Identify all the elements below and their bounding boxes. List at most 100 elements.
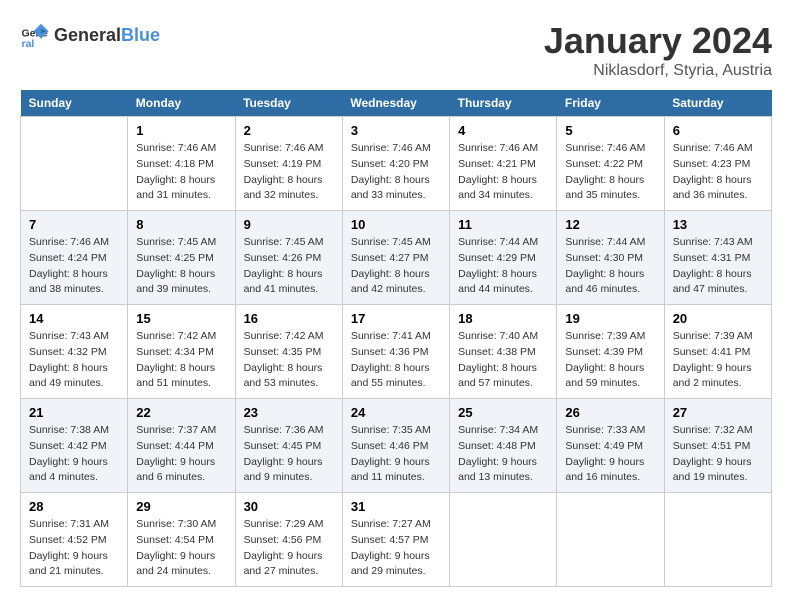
month-title: January 2024 xyxy=(544,20,772,62)
day-info: Sunrise: 7:39 AMSunset: 4:41 PMDaylight:… xyxy=(673,329,763,392)
day-number: 5 xyxy=(565,123,655,138)
calendar-week-row: 7Sunrise: 7:46 AMSunset: 4:24 PMDaylight… xyxy=(21,211,772,305)
day-number: 19 xyxy=(565,311,655,326)
calendar-cell: 24Sunrise: 7:35 AMSunset: 4:46 PMDayligh… xyxy=(342,399,449,493)
day-number: 31 xyxy=(351,499,441,514)
calendar-cell: 9 Sunrise: 7:45 AMSunset: 4:26 PMDaylight… xyxy=(235,211,342,305)
day-number: 6 xyxy=(673,123,763,138)
day-number: 9 xyxy=(244,217,334,232)
calendar-cell: 27 Sunrise: 7:32 AMSunset: 4:51 PMDayligh… xyxy=(664,399,771,493)
calendar-cell: 10 Sunrise: 7:45 AMSunset: 4:27 PMDayligh… xyxy=(342,211,449,305)
day-info: Sunrise: 7:42 AMSunset: 4:35 PMDaylight:… xyxy=(244,329,334,392)
day-info: Sunrise: 7:43 AMSunset: 4:31 PMDaylight:… xyxy=(673,235,763,298)
day-number: 18 xyxy=(458,311,548,326)
day-number: 10 xyxy=(351,217,441,232)
day-info: Sunrise: 7:42 AMSunset: 4:34 PMDaylight:… xyxy=(136,329,226,392)
header-day-tuesday: Tuesday xyxy=(235,90,342,117)
day-info: Sunrise: 7:44 AMSunset: 4:29 PMDaylight:… xyxy=(458,235,548,298)
day-info: Sunrise: 7:27 AMSunset: 4:57 PMDaylight:… xyxy=(351,517,441,580)
calendar-table: SundayMondayTuesdayWednesdayThursdayFrid… xyxy=(20,90,772,587)
header-day-wednesday: Wednesday xyxy=(342,90,449,117)
day-number: 11 xyxy=(458,217,548,232)
calendar-cell: 6 Sunrise: 7:46 AMSunset: 4:23 PMDaylight… xyxy=(664,117,771,211)
day-number: 27 xyxy=(673,405,763,420)
calendar-cell: 7Sunrise: 7:46 AMSunset: 4:24 PMDaylight… xyxy=(21,211,128,305)
calendar-cell: 3Sunrise: 7:46 AMSunset: 4:20 PMDaylight… xyxy=(342,117,449,211)
calendar-cell: 25 Sunrise: 7:34 AMSunset: 4:48 PMDayligh… xyxy=(450,399,557,493)
day-number: 20 xyxy=(673,311,763,326)
svg-text:ral: ral xyxy=(22,38,35,50)
calendar-cell: 13 Sunrise: 7:43 AMSunset: 4:31 PMDayligh… xyxy=(664,211,771,305)
calendar-cell: 29 Sunrise: 7:30 AMSunset: 4:54 PMDayligh… xyxy=(128,493,235,587)
calendar-cell: 14Sunrise: 7:43 AMSunset: 4:32 PMDayligh… xyxy=(21,305,128,399)
day-info: Sunrise: 7:45 AMSunset: 4:26 PMDaylight:… xyxy=(244,235,334,298)
location-title: Niklasdorf, Styria, Austria xyxy=(544,62,772,80)
day-number: 12 xyxy=(565,217,655,232)
day-number: 21 xyxy=(29,405,119,420)
day-number: 30 xyxy=(244,499,334,514)
day-info: Sunrise: 7:44 AMSunset: 4:30 PMDaylight:… xyxy=(565,235,655,298)
day-info: Sunrise: 7:38 AMSunset: 4:42 PMDaylight:… xyxy=(29,423,119,486)
calendar-cell: 30 Sunrise: 7:29 AMSunset: 4:56 PMDayligh… xyxy=(235,493,342,587)
calendar-cell: 17Sunrise: 7:41 AMSunset: 4:36 PMDayligh… xyxy=(342,305,449,399)
day-info: Sunrise: 7:30 AMSunset: 4:54 PMDaylight:… xyxy=(136,517,226,580)
day-info: Sunrise: 7:29 AMSunset: 4:56 PMDaylight:… xyxy=(244,517,334,580)
header-day-friday: Friday xyxy=(557,90,664,117)
logo-text-blue: Blue xyxy=(121,25,160,46)
day-info: Sunrise: 7:32 AMSunset: 4:51 PMDaylight:… xyxy=(673,423,763,486)
day-number: 16 xyxy=(244,311,334,326)
day-number: 17 xyxy=(351,311,441,326)
calendar-week-row: 14Sunrise: 7:43 AMSunset: 4:32 PMDayligh… xyxy=(21,305,772,399)
calendar-cell: 28 Sunrise: 7:31 AMSunset: 4:52 PMDayligh… xyxy=(21,493,128,587)
calendar-cell: 19 Sunrise: 7:39 AMSunset: 4:39 PMDayligh… xyxy=(557,305,664,399)
day-info: Sunrise: 7:34 AMSunset: 4:48 PMDaylight:… xyxy=(458,423,548,486)
calendar-cell xyxy=(664,493,771,587)
day-number: 4 xyxy=(458,123,548,138)
calendar-cell: 11 Sunrise: 7:44 AMSunset: 4:29 PMDayligh… xyxy=(450,211,557,305)
day-number: 1 xyxy=(136,123,226,138)
day-number: 8 xyxy=(136,217,226,232)
calendar-week-row: 28 Sunrise: 7:31 AMSunset: 4:52 PMDayligh… xyxy=(21,493,772,587)
day-number: 7 xyxy=(29,217,119,232)
calendar-cell: 23Sunrise: 7:36 AMSunset: 4:45 PMDayligh… xyxy=(235,399,342,493)
day-number: 28 xyxy=(29,499,119,514)
calendar-cell: 18 Sunrise: 7:40 AMSunset: 4:38 PMDayligh… xyxy=(450,305,557,399)
calendar-cell: 8 Sunrise: 7:45 AMSunset: 4:25 PMDaylight… xyxy=(128,211,235,305)
day-info: Sunrise: 7:45 AMSunset: 4:27 PMDaylight:… xyxy=(351,235,441,298)
calendar-cell: 21 Sunrise: 7:38 AMSunset: 4:42 PMDayligh… xyxy=(21,399,128,493)
day-number: 22 xyxy=(136,405,226,420)
calendar-cell: 5 Sunrise: 7:46 AMSunset: 4:22 PMDaylight… xyxy=(557,117,664,211)
calendar-header-row: SundayMondayTuesdayWednesdayThursdayFrid… xyxy=(21,90,772,117)
day-number: 2 xyxy=(244,123,334,138)
day-info: Sunrise: 7:45 AMSunset: 4:25 PMDaylight:… xyxy=(136,235,226,298)
title-area: January 2024 Niklasdorf, Styria, Austria xyxy=(544,20,772,80)
day-info: Sunrise: 7:46 AMSunset: 4:23 PMDaylight:… xyxy=(673,141,763,204)
day-info: Sunrise: 7:31 AMSunset: 4:52 PMDaylight:… xyxy=(29,517,119,580)
header-day-monday: Monday xyxy=(128,90,235,117)
header-day-saturday: Saturday xyxy=(664,90,771,117)
calendar-cell: 26 Sunrise: 7:33 AMSunset: 4:49 PMDayligh… xyxy=(557,399,664,493)
calendar-cell xyxy=(557,493,664,587)
calendar-cell: 4 Sunrise: 7:46 AMSunset: 4:21 PMDaylight… xyxy=(450,117,557,211)
day-info: Sunrise: 7:46 AMSunset: 4:19 PMDaylight:… xyxy=(244,141,334,204)
day-info: Sunrise: 7:46 AMSunset: 4:21 PMDaylight:… xyxy=(458,141,548,204)
day-info: Sunrise: 7:46 AMSunset: 4:22 PMDaylight:… xyxy=(565,141,655,204)
day-number: 25 xyxy=(458,405,548,420)
day-number: 26 xyxy=(565,405,655,420)
day-info: Sunrise: 7:36 AMSunset: 4:45 PMDaylight:… xyxy=(244,423,334,486)
header-day-sunday: Sunday xyxy=(21,90,128,117)
day-info: Sunrise: 7:39 AMSunset: 4:39 PMDaylight:… xyxy=(565,329,655,392)
calendar-cell xyxy=(21,117,128,211)
day-number: 14 xyxy=(29,311,119,326)
day-number: 29 xyxy=(136,499,226,514)
day-info: Sunrise: 7:33 AMSunset: 4:49 PMDaylight:… xyxy=(565,423,655,486)
header-day-thursday: Thursday xyxy=(450,90,557,117)
day-info: Sunrise: 7:40 AMSunset: 4:38 PMDaylight:… xyxy=(458,329,548,392)
day-number: 13 xyxy=(673,217,763,232)
logo: Gene ral GeneralBlue xyxy=(20,20,160,50)
day-info: Sunrise: 7:35 AMSunset: 4:46 PMDaylight:… xyxy=(351,423,441,486)
calendar-cell xyxy=(450,493,557,587)
header: Gene ral GeneralBlue January 2024 Niklas… xyxy=(20,20,772,80)
calendar-cell: 22Sunrise: 7:37 AMSunset: 4:44 PMDayligh… xyxy=(128,399,235,493)
calendar-cell: 15Sunrise: 7:42 AMSunset: 4:34 PMDayligh… xyxy=(128,305,235,399)
